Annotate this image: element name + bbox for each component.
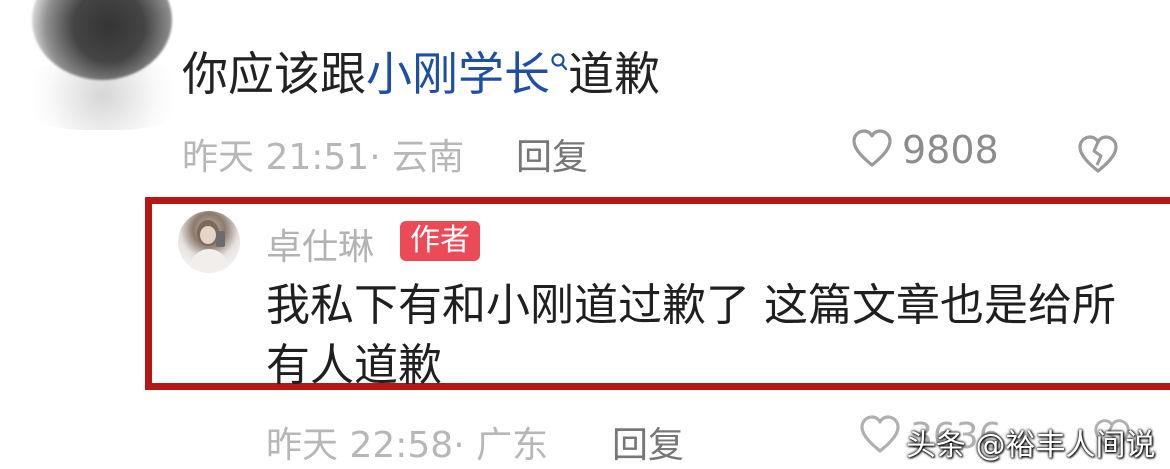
watermark: 头条 @裕丰人间说 xyxy=(906,428,1156,463)
like-button[interactable]: 9808 xyxy=(850,128,999,172)
comment-link-text: 小刚学长 xyxy=(366,47,550,101)
comment-text-after: 道歉 xyxy=(568,47,660,101)
like-count: 9808 xyxy=(902,128,999,172)
comment-link[interactable]: 小刚学长 xyxy=(366,47,568,101)
comment-text-before: 你应该跟 xyxy=(182,47,366,101)
reply-button[interactable]: 回复 xyxy=(516,128,588,180)
search-icon xyxy=(550,52,568,78)
heart-outline-icon xyxy=(858,414,902,458)
broken-heart-icon[interactable] xyxy=(1076,134,1120,178)
heart-outline-icon xyxy=(850,128,894,172)
reply-body: 我私下有和小刚道过歉了 这篇文章也是给所有人道歉 xyxy=(266,280,1116,391)
author-avatar[interactable] xyxy=(178,211,240,273)
reply-time-location: 昨天 22:58· 广东 xyxy=(266,425,549,466)
author-name[interactable]: 卓仕琳 xyxy=(266,218,374,270)
comment-thread: 你应该跟小刚学长 道歉 昨天 21:51· 云南 回复 9808 卓仕琳 作者 我… xyxy=(0,0,1170,469)
comment-time-location: 昨天 21:51· 云南 xyxy=(182,137,465,178)
author-badge: 作者 xyxy=(400,221,480,261)
reply-button-2[interactable]: 回复 xyxy=(612,416,684,468)
comment-body: 你应该跟小刚学长 道歉 xyxy=(182,46,660,102)
